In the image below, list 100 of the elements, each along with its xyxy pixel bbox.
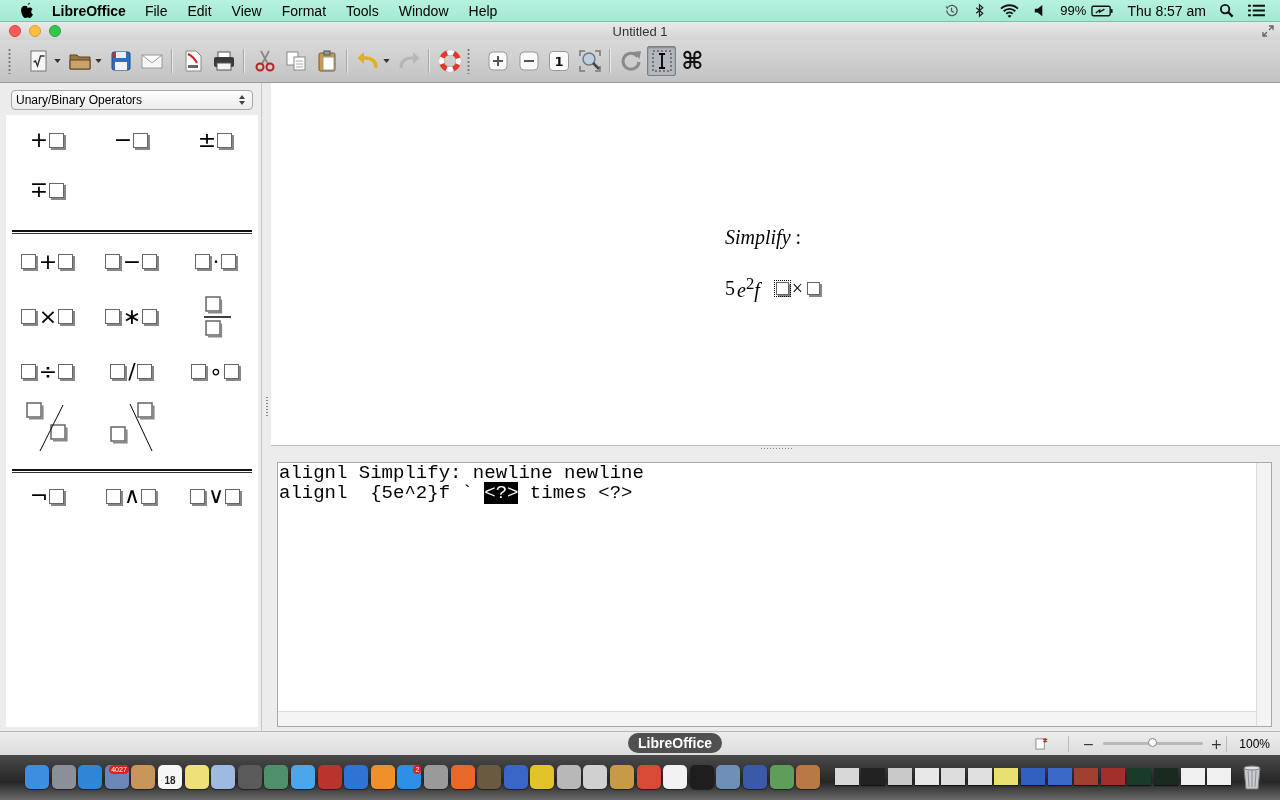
formula-text: 5 bbox=[725, 276, 735, 300]
window-thumbnail[interactable] bbox=[1074, 768, 1099, 785]
window-thumbnail[interactable] bbox=[834, 768, 859, 785]
menu-item[interactable]: Window bbox=[398, 2, 449, 19]
menu-item[interactable]: Edit bbox=[187, 2, 212, 19]
element-button[interactable]: ∘ bbox=[188, 358, 244, 385]
element-button[interactable]: ∨ bbox=[186, 483, 246, 509]
menu-item[interactable]: View bbox=[231, 2, 262, 19]
vertical-scrollbar[interactable] bbox=[1256, 463, 1271, 726]
selected-text: <?> bbox=[484, 482, 519, 504]
element-button[interactable]: ÷ bbox=[17, 358, 79, 385]
window-thumbnail[interactable] bbox=[1100, 768, 1125, 785]
placeholder-icon bbox=[133, 132, 149, 148]
app-icon[interactable] bbox=[583, 764, 608, 789]
element-button[interactable]: ∓ bbox=[26, 177, 70, 203]
element-button[interactable]: + bbox=[17, 248, 79, 275]
menu-item[interactable]: Help bbox=[468, 2, 498, 19]
window-thumbnail[interactable] bbox=[861, 768, 886, 785]
window-thumbnail[interactable] bbox=[1180, 768, 1205, 785]
app-icon[interactable] bbox=[290, 764, 315, 789]
formula-text: e$^{2}$f bbox=[737, 274, 760, 302]
window-thumbnail[interactable] bbox=[1127, 768, 1152, 785]
placeholder-icon bbox=[142, 254, 158, 269]
grip-icon[interactable] bbox=[8, 48, 11, 74]
zoom-out-icon bbox=[516, 49, 541, 73]
app-icon[interactable] bbox=[370, 764, 395, 789]
app-menu[interactable]: LibreOffice bbox=[52, 2, 126, 19]
close-button[interactable] bbox=[9, 25, 21, 37]
element-button[interactable]: · bbox=[191, 248, 241, 275]
splitter-grip-icon[interactable] bbox=[759, 447, 792, 450]
formula-cursor-button[interactable] bbox=[647, 46, 676, 76]
window-thumbnail[interactable] bbox=[888, 768, 912, 785]
element-button[interactable]: ± bbox=[194, 127, 238, 153]
placeholder-icon bbox=[217, 132, 233, 148]
element-button[interactable]: / bbox=[107, 358, 157, 385]
zoom-in-icon bbox=[485, 49, 510, 73]
editor-text: times <?> bbox=[528, 482, 633, 504]
window-thumbnail[interactable] bbox=[1153, 768, 1178, 785]
zoom-100-button[interactable]: 1 bbox=[549, 51, 569, 71]
formula-text: Simplify : bbox=[725, 225, 802, 249]
horizontal-scrollbar[interactable] bbox=[278, 711, 1256, 726]
element-button[interactable]: ∧ bbox=[102, 483, 162, 509]
placeholder-icon bbox=[49, 488, 65, 504]
category-dropdown[interactable]: Unary/Binary Operators bbox=[11, 90, 253, 110]
window-thumbnail[interactable] bbox=[1047, 768, 1072, 785]
menu-item[interactable]: Format bbox=[281, 2, 327, 19]
app-icon[interactable] bbox=[610, 764, 635, 789]
formula-editor[interactable]: alignl Simplify: newline newline alignl {5e^2}f ` <?> times <?> bbox=[277, 462, 1272, 727]
dock-tooltip: LibreOffice bbox=[628, 733, 722, 753]
splitter-grip-icon[interactable] bbox=[265, 396, 268, 418]
placeholder-icon[interactable] bbox=[775, 281, 789, 295]
element-button[interactable]: ¬ bbox=[26, 483, 70, 509]
fullscreen-icon[interactable] bbox=[1262, 25, 1274, 37]
app-icon[interactable] bbox=[211, 764, 236, 789]
trash-icon[interactable] bbox=[1241, 763, 1262, 790]
menu-clock[interactable]: Thu 8:57 am bbox=[1127, 2, 1206, 19]
search-icon[interactable] bbox=[1219, 3, 1234, 18]
app-icon[interactable] bbox=[423, 764, 448, 789]
editor-text: alignl Simplify: newline newline bbox=[279, 462, 644, 484]
battery-charging-icon[interactable] bbox=[1091, 3, 1115, 18]
placeholder-icon bbox=[110, 364, 126, 379]
window-thumbnail[interactable] bbox=[967, 768, 992, 785]
window-thumbnail[interactable] bbox=[1207, 768, 1232, 785]
apple-logo-icon[interactable] bbox=[20, 2, 35, 19]
caret-icon bbox=[383, 59, 390, 63]
clock-arrow-icon[interactable] bbox=[944, 3, 960, 18]
element-button[interactable]: − bbox=[110, 127, 154, 153]
text-cursor-icon bbox=[649, 49, 674, 73]
window-thumbnail[interactable] bbox=[1020, 768, 1045, 785]
symbols-button[interactable]: ⌘ bbox=[678, 46, 707, 76]
menu-item[interactable]: Tools bbox=[346, 2, 379, 19]
printer-icon bbox=[211, 49, 236, 73]
lifebuoy-icon bbox=[437, 49, 462, 73]
zoom-out-button[interactable]: − bbox=[1078, 735, 1099, 752]
app-icon[interactable] bbox=[184, 764, 209, 789]
element-button[interactable]: + bbox=[26, 127, 70, 153]
list-icon[interactable] bbox=[1247, 3, 1266, 18]
placeholder-icon bbox=[225, 488, 241, 504]
app-icon[interactable] bbox=[530, 764, 555, 789]
zoom-in-button[interactable]: + bbox=[1206, 735, 1227, 752]
slider-thumb[interactable] bbox=[1147, 738, 1157, 747]
app-icon[interactable] bbox=[556, 764, 581, 789]
element-button[interactable]: − bbox=[101, 248, 163, 275]
placeholder-icon bbox=[20, 364, 36, 379]
wifi-icon[interactable] bbox=[1000, 3, 1020, 18]
placeholder-icon bbox=[223, 364, 239, 379]
window-thumbnail[interactable] bbox=[941, 768, 966, 785]
menu-item[interactable]: File bbox=[144, 2, 168, 19]
zoom-button[interactable] bbox=[49, 25, 61, 37]
placeholder-icon bbox=[189, 488, 205, 504]
placeholder-icon[interactable] bbox=[807, 281, 821, 295]
window-thumbnail[interactable] bbox=[994, 768, 1019, 785]
grip-icon[interactable] bbox=[467, 48, 470, 74]
element-button[interactable]: × bbox=[17, 303, 79, 330]
window-title: Untitled 1 bbox=[612, 23, 668, 39]
element-button[interactable]: ∗ bbox=[101, 303, 163, 330]
calendar-icon[interactable]: 18 bbox=[157, 764, 182, 789]
app-icon[interactable] bbox=[131, 764, 156, 789]
window-thumbnail[interactable] bbox=[914, 768, 939, 785]
app-icon[interactable] bbox=[663, 764, 688, 789]
